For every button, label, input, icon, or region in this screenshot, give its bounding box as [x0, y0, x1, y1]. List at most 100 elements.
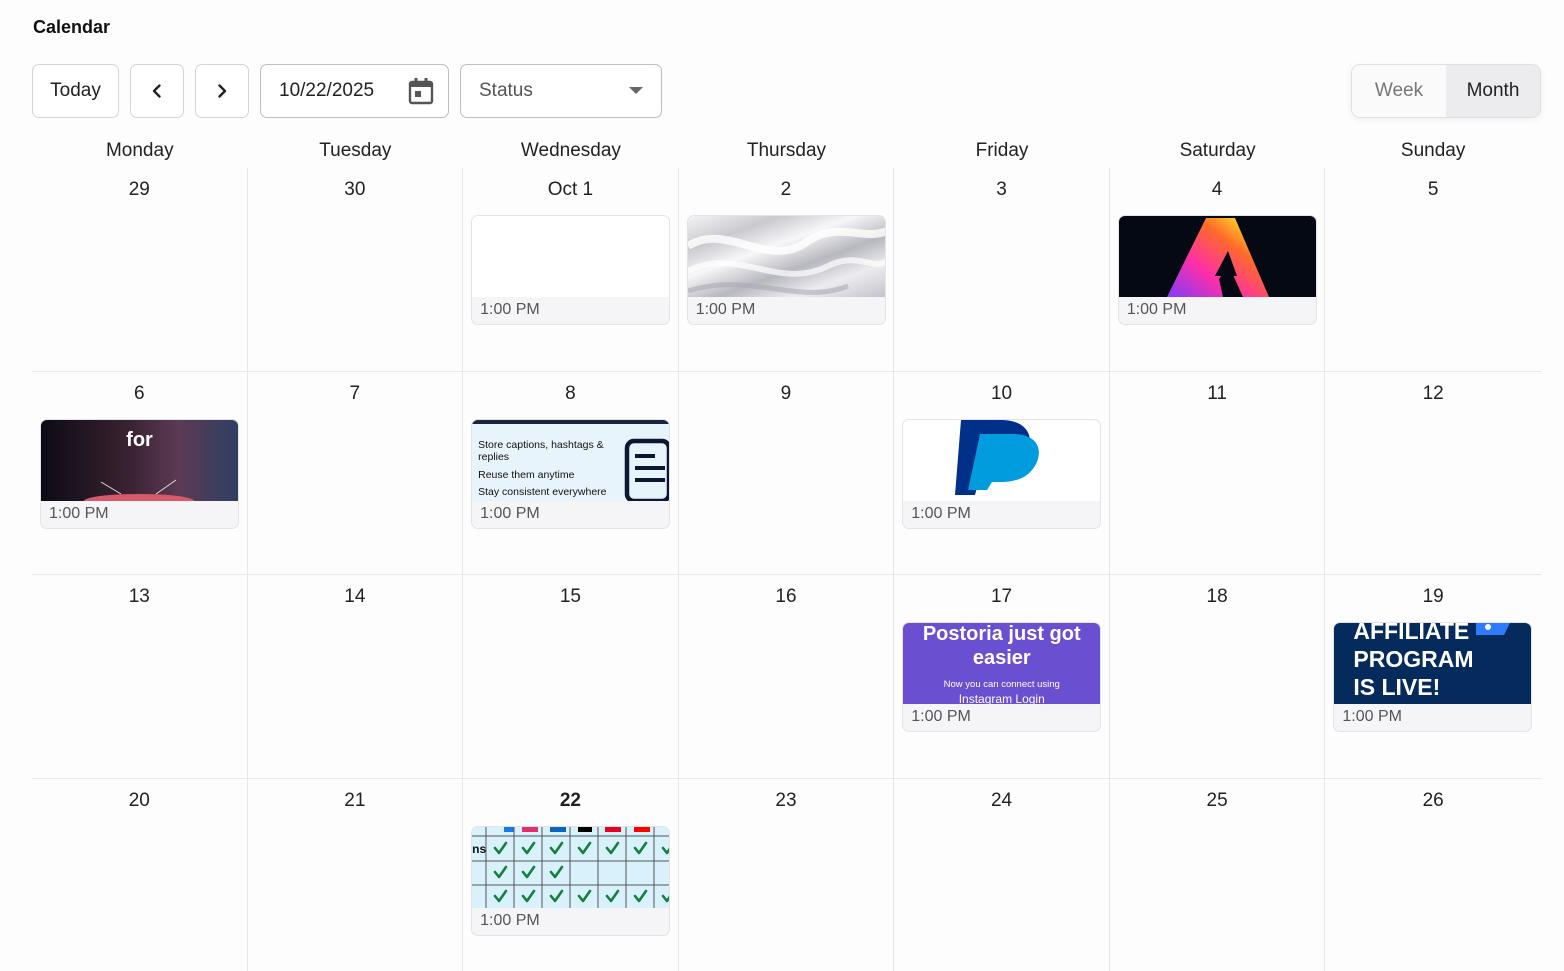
thumb-label: ns	[472, 841, 487, 856]
post-time: 1:00 PM	[480, 504, 540, 522]
date-value: 10/22/2025	[279, 80, 375, 101]
day-number: 30	[344, 179, 366, 200]
chevron-right-icon	[218, 84, 227, 98]
today-button[interactable]: Today	[32, 64, 119, 118]
post-thumbnail	[687, 216, 885, 297]
checkmark-table-graphic	[472, 826, 670, 908]
post-time: 1:00 PM	[49, 504, 109, 522]
day-number: 7	[349, 382, 361, 404]
day-cell[interactable]: 29	[32, 168, 248, 371]
week-row: 13 14 15 16 17 Postoria just got easier …	[32, 575, 1541, 779]
day-cell[interactable]: 16	[679, 575, 895, 778]
day-cell[interactable]: 2 1:00 PM	[679, 168, 895, 371]
day-cell[interactable]: 24	[894, 778, 1110, 971]
scheduled-post-card[interactable]: 1:00 PM	[471, 215, 671, 325]
day-cell[interactable]: 5	[1325, 168, 1541, 371]
day-cell[interactable]: Oct 1 1:00 PM	[463, 168, 679, 371]
post-thumbnail	[903, 419, 1101, 501]
adobe-logo	[1166, 218, 1269, 297]
status-select[interactable]: Status	[460, 64, 662, 118]
day-number: 9	[780, 382, 792, 404]
day-cell[interactable]: 3	[894, 168, 1110, 371]
day-cell[interactable]: 4 1:00 PM	[1110, 168, 1326, 371]
post-time: 1:00 PM	[911, 708, 971, 725]
day-number: 17	[990, 586, 1013, 607]
scheduled-post-card[interactable]: 1:00 PM	[686, 215, 886, 325]
day-cell[interactable]: 11	[1110, 371, 1326, 574]
thumb-line: Reuse them anytime	[478, 468, 575, 481]
stage-graphic	[84, 479, 194, 501]
status-placeholder: Status	[479, 80, 533, 101]
post-thumbnail	[472, 216, 670, 297]
day-number: 25	[1206, 789, 1228, 811]
day-cell[interactable]: 12	[1325, 372, 1541, 575]
post-time: 1:00 PM	[695, 301, 756, 318]
day-cell[interactable]: 26	[1325, 779, 1541, 971]
scheduled-post-card[interactable]: for 1:00 PM	[40, 418, 239, 529]
day-cell[interactable]: 23	[679, 778, 895, 971]
weekday-sunday: Sunday	[1400, 140, 1466, 161]
day-number: 18	[1206, 586, 1228, 607]
day-cell[interactable]: 22 ns 1:00 PM	[463, 778, 679, 971]
next-button[interactable]	[195, 64, 249, 118]
date-input[interactable]: 10/22/2025	[260, 64, 449, 118]
day-cell[interactable]: 7	[248, 371, 464, 574]
weekday-header-row: Monday Tuesday Wednesday Thursday Friday…	[32, 140, 1541, 168]
day-cell[interactable]: 9	[679, 371, 895, 574]
megaphone-icon	[1476, 623, 1511, 635]
day-number: 5	[1427, 179, 1439, 200]
day-cell[interactable]: 14	[248, 575, 464, 778]
day-cell[interactable]: 6 for 1:00 PM	[32, 371, 248, 574]
day-number: 10	[990, 382, 1013, 404]
calendar-icon[interactable]	[408, 77, 434, 105]
day-cell[interactable]: 19 AFFILIATE PROGRAM IS LIVE! 1:00 PM	[1325, 575, 1541, 778]
thumb-title: Postoria just got easier	[922, 623, 1081, 669]
day-number: 26	[1422, 789, 1444, 811]
thumb-line: AFFILIATE	[1353, 623, 1470, 644]
thumb-headline: AFFILIATE PROGRAM IS LIVE!	[1353, 623, 1473, 701]
post-time: 1:00 PM	[480, 301, 540, 318]
post-time: 1:00 PM	[911, 504, 971, 522]
day-number: 4	[1211, 179, 1223, 200]
day-cell[interactable]: 18	[1110, 575, 1326, 778]
post-thumbnail: Postoria just got easier Now you can con…	[903, 623, 1101, 704]
thumb-line: Stay consistent everywhere	[478, 485, 607, 498]
day-number: 20	[128, 789, 150, 811]
day-cell[interactable]: 30	[248, 168, 464, 371]
week-view-button[interactable]: Week	[1352, 65, 1446, 117]
scheduled-post-card[interactable]: Store captions, hashtags & replies Reuse…	[471, 418, 671, 529]
month-grid: Monday Tuesday Wednesday Thursday Friday…	[32, 140, 1541, 971]
scheduled-post-card[interactable]: AFFILIATE PROGRAM IS LIVE! 1:00 PM	[1333, 622, 1533, 732]
thumb-line: Store captions, hashtags &	[478, 438, 604, 451]
page-title: Calendar	[33, 17, 111, 37]
month-view-button[interactable]: Month	[1446, 65, 1540, 117]
day-cell[interactable]: 17 Postoria just got easier Now you can …	[894, 575, 1110, 778]
thumb-line: replies	[478, 450, 510, 463]
day-cell[interactable]: 8 Store captions, hashtags & replies Reu…	[463, 371, 679, 574]
scheduled-post-card[interactable]: 1:00 PM	[1117, 215, 1317, 325]
calendar-toolbar: Today 10/22/2025 Status	[32, 64, 662, 118]
scheduled-post-card[interactable]: ns 1:00 PM	[471, 825, 671, 936]
post-thumbnail	[1118, 216, 1316, 297]
scheduled-post-card[interactable]: Postoria just got easier Now you can con…	[902, 622, 1102, 732]
day-cell[interactable]: 13	[32, 575, 248, 778]
previous-button[interactable]	[130, 64, 184, 118]
day-cell[interactable]: 15	[463, 575, 679, 778]
day-number: 15	[559, 586, 581, 607]
thumb-header-strip	[472, 419, 670, 424]
thumb-text-block: Store captions, hashtags & replies Reuse…	[478, 439, 628, 498]
day-number: 8	[565, 382, 576, 404]
weekday-tuesday: Tuesday	[319, 140, 392, 161]
weekday-saturday: Saturday	[1179, 140, 1256, 161]
caret-down-icon	[629, 87, 643, 94]
thumb-line: IS LIVE!	[1353, 674, 1441, 700]
post-thumbnail: for	[41, 419, 238, 501]
day-cell[interactable]: 21	[248, 778, 464, 971]
day-cell[interactable]: 10 1:00 PM	[894, 371, 1110, 574]
day-number: 14	[344, 586, 366, 607]
day-cell[interactable]: 25	[1110, 778, 1326, 971]
day-number: 29	[128, 179, 150, 200]
scheduled-post-card[interactable]: 1:00 PM	[902, 418, 1102, 529]
weekday-thursday: Thursday	[746, 140, 827, 161]
day-cell[interactable]: 20	[32, 778, 248, 971]
